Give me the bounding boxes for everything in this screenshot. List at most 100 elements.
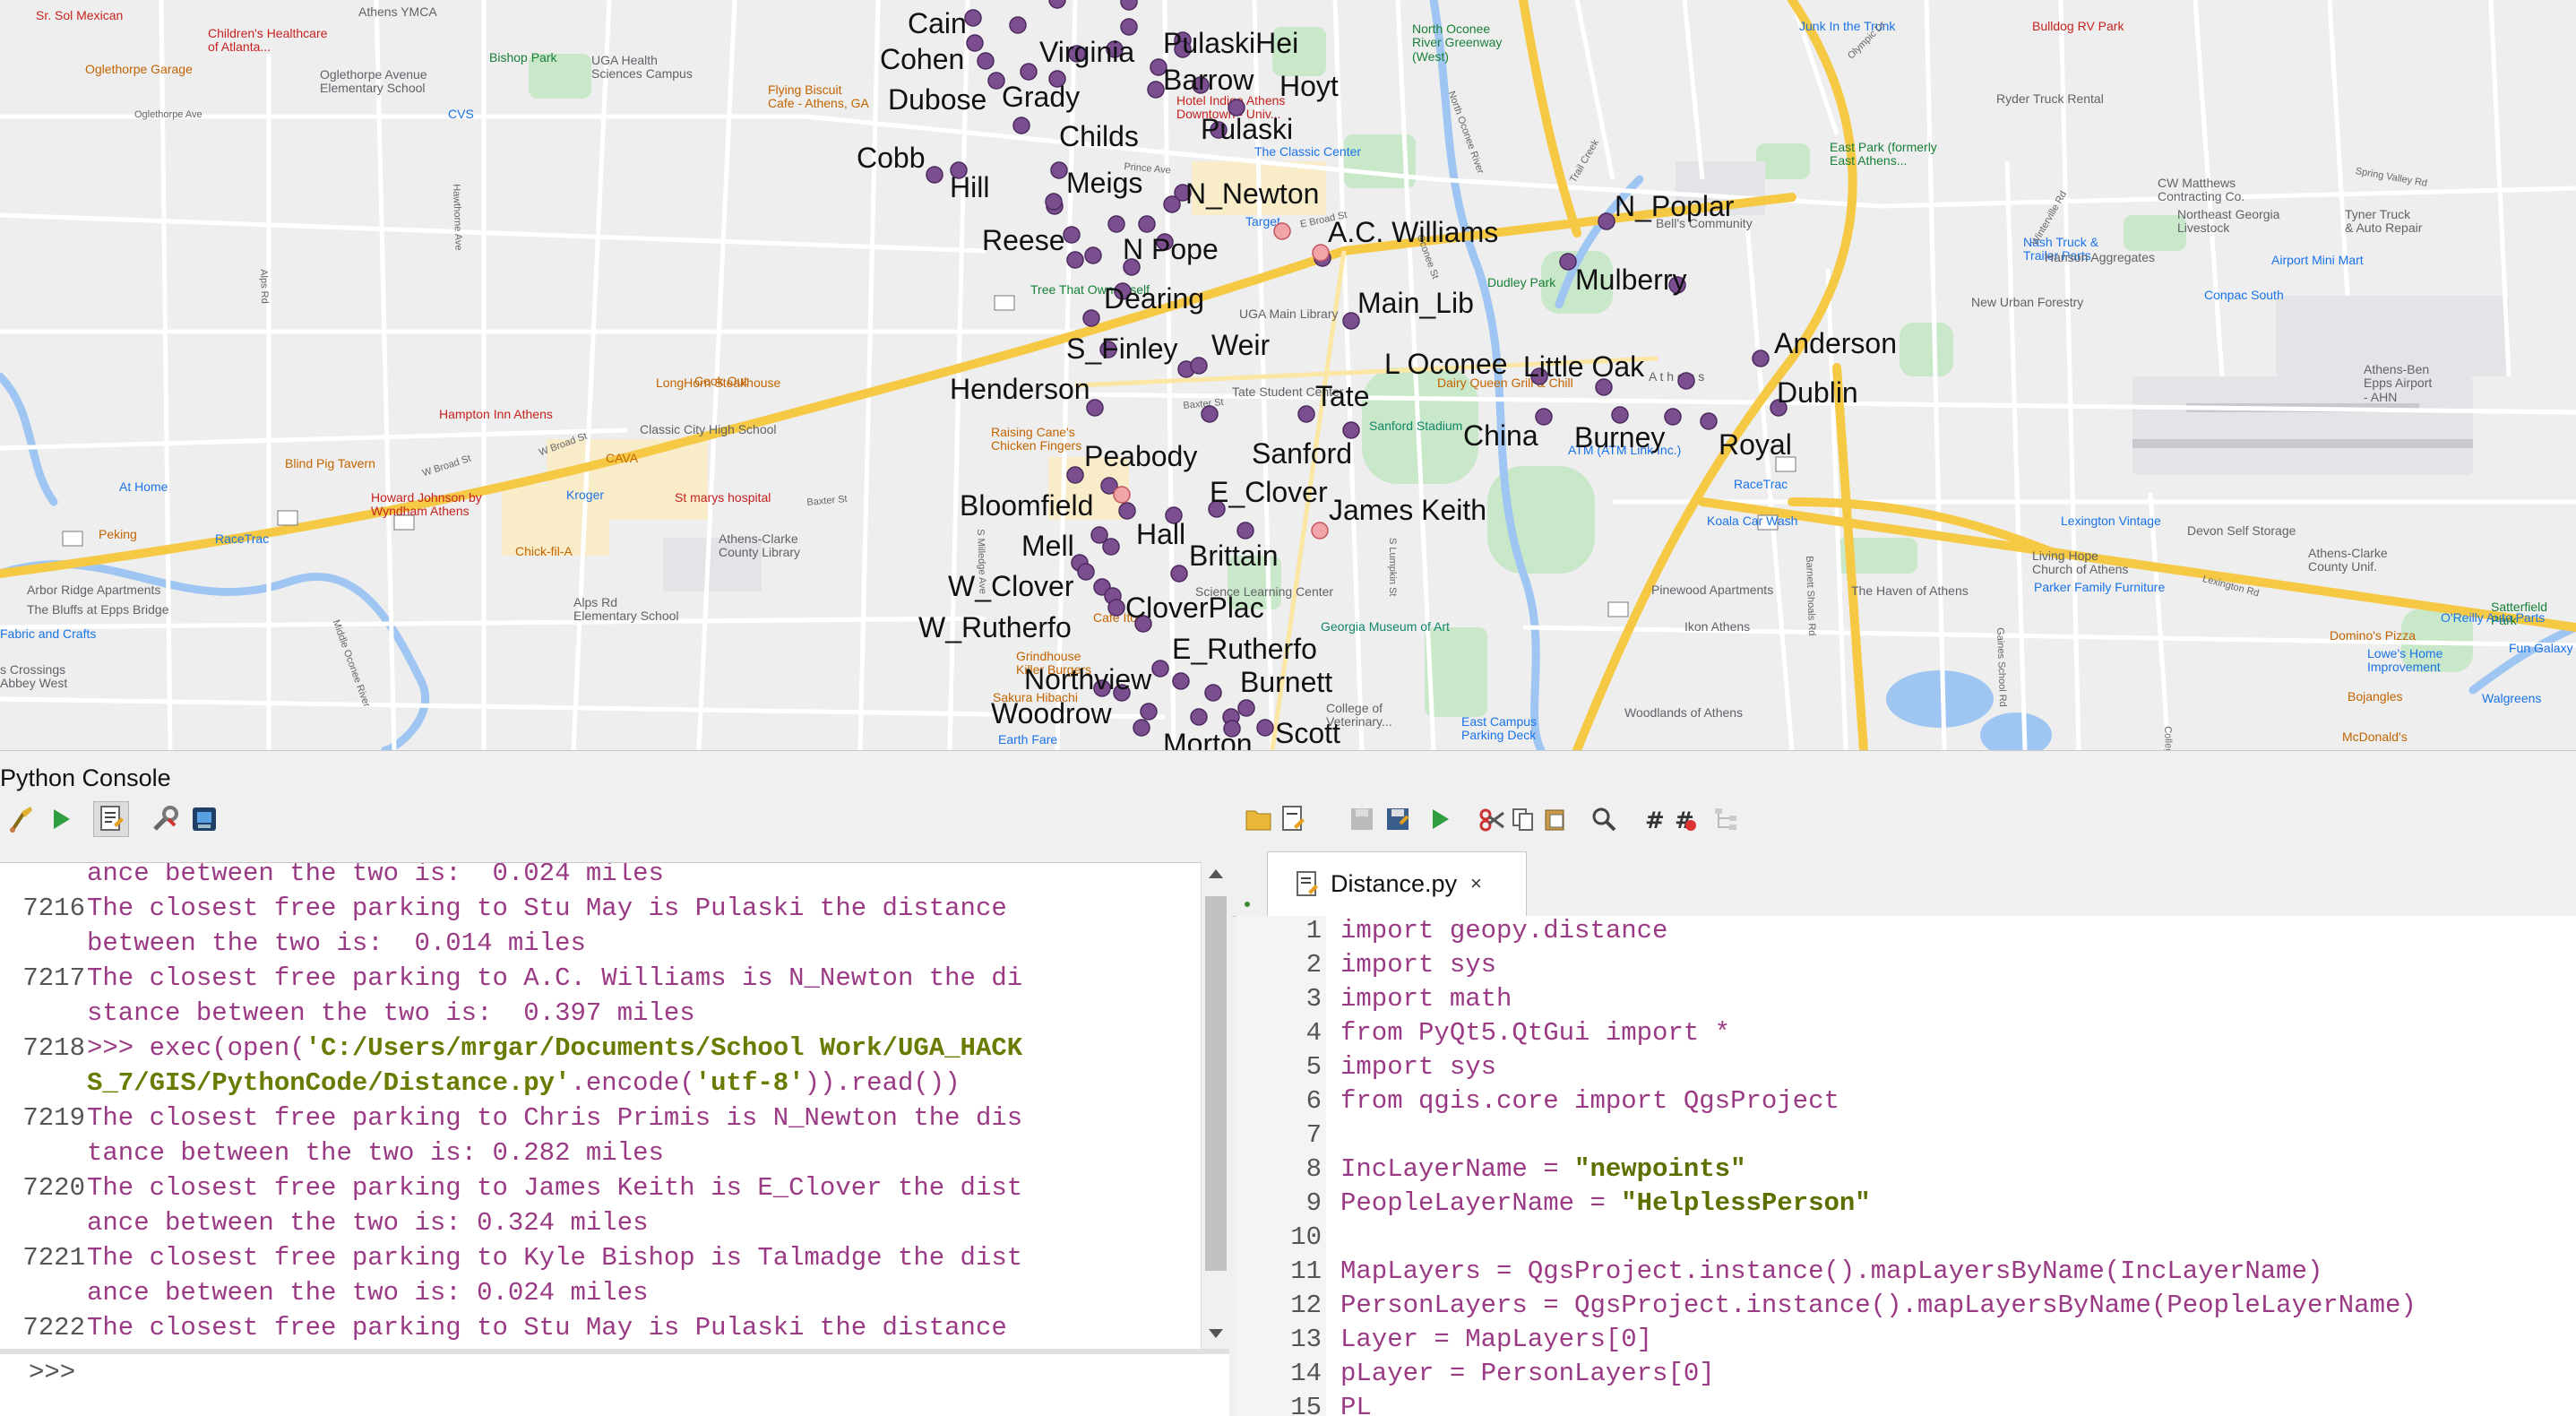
parking-point[interactable] bbox=[1107, 599, 1125, 617]
code-line: 4 from PyQt5.QtGui import * bbox=[1236, 1016, 2576, 1050]
parking-point[interactable] bbox=[1170, 565, 1188, 583]
show-editor-button[interactable] bbox=[93, 801, 129, 837]
copy-icon bbox=[1512, 808, 1533, 831]
parking-point[interactable] bbox=[1236, 522, 1254, 540]
parking-label-hoyt: Hoyt bbox=[1279, 70, 1339, 102]
parking-point[interactable] bbox=[1204, 684, 1222, 702]
console-line-text: The closest free parking to Stu May is P… bbox=[87, 1313, 1007, 1343]
parking-point[interactable] bbox=[1342, 421, 1360, 439]
person-point[interactable] bbox=[1273, 222, 1291, 240]
parking-point[interactable] bbox=[1048, 0, 1066, 9]
copy-button[interactable] bbox=[1505, 801, 1541, 837]
scroll-up-icon[interactable] bbox=[1209, 869, 1223, 878]
parking-point[interactable] bbox=[1009, 16, 1027, 34]
map-canvas[interactable]: Sr. Sol Mexican Children's Healthcare of A… bbox=[0, 0, 2576, 751]
console-line-number: 7218 bbox=[22, 1033, 85, 1063]
parking-point[interactable] bbox=[1120, 0, 1138, 11]
parking-point[interactable] bbox=[1120, 18, 1138, 36]
parking-point[interactable] bbox=[1559, 253, 1577, 271]
person-point[interactable] bbox=[1311, 522, 1329, 540]
open-in-external-editor-button[interactable] bbox=[1275, 801, 1311, 837]
comment-button[interactable]: # bbox=[1635, 801, 1671, 837]
close-tab-icon[interactable]: × bbox=[1470, 872, 1482, 895]
parking-point[interactable] bbox=[1201, 405, 1219, 423]
parking-point[interactable] bbox=[1102, 538, 1120, 556]
parking-point[interactable] bbox=[964, 9, 982, 27]
parking-label-w-rutherfo: W_Rutherfo bbox=[918, 611, 1072, 643]
code-text: import geopy.distance bbox=[1340, 916, 1668, 945]
parking-label-l-oconee: L Oconee bbox=[1384, 348, 1508, 380]
tab-distance-py[interactable]: Distance.py × bbox=[1267, 851, 1527, 916]
parking-point[interactable] bbox=[1107, 215, 1125, 233]
parking-point[interactable] bbox=[1752, 350, 1770, 367]
parking-point[interactable] bbox=[1020, 63, 1038, 81]
paste-button[interactable] bbox=[1537, 801, 1572, 837]
clear-console-button[interactable] bbox=[4, 801, 39, 837]
scrollbar-thumb[interactable] bbox=[1205, 896, 1227, 1271]
object-inspector-button[interactable] bbox=[1707, 801, 1743, 837]
parking-point[interactable] bbox=[1297, 405, 1315, 423]
tree-icon bbox=[1715, 808, 1736, 830]
parking-label-hall: Hall bbox=[1136, 518, 1186, 550]
uncomment-button[interactable]: # bbox=[1667, 801, 1702, 837]
console-output[interactable]: ance between the two is: 0.024 miles 7216… bbox=[0, 862, 1229, 1350]
parking-point[interactable] bbox=[1256, 719, 1274, 737]
parking-point[interactable] bbox=[977, 52, 995, 70]
code-text: import math bbox=[1340, 984, 1512, 1014]
parking-point[interactable] bbox=[1190, 357, 1208, 375]
parking-point[interactable] bbox=[1172, 672, 1190, 690]
cut-button[interactable] bbox=[1474, 801, 1510, 837]
parking-point[interactable] bbox=[1664, 408, 1682, 426]
line-number: 11 bbox=[1290, 1256, 1322, 1286]
run-icon bbox=[54, 809, 70, 829]
parking-point[interactable] bbox=[1140, 703, 1158, 721]
parking-point[interactable] bbox=[1012, 117, 1030, 134]
scroll-down-icon[interactable] bbox=[1209, 1329, 1223, 1338]
uncomment-icon: # bbox=[1675, 807, 1696, 833]
parking-point[interactable] bbox=[926, 166, 943, 184]
parking-point[interactable] bbox=[1045, 193, 1063, 211]
code-editor[interactable]: 1 import geopy.distance 2 import sys 3 import… bbox=[1236, 916, 2576, 1416]
find-button[interactable] bbox=[1586, 801, 1622, 837]
parking-point[interactable] bbox=[1237, 699, 1255, 717]
save-as-button[interactable] bbox=[1380, 801, 1416, 837]
open-script-button[interactable] bbox=[1241, 801, 1277, 837]
parking-point[interactable] bbox=[1138, 215, 1156, 233]
parking-label-burnett: Burnett bbox=[1240, 666, 1333, 698]
parking-point[interactable] bbox=[1084, 246, 1102, 264]
parking-point[interactable] bbox=[1077, 563, 1095, 581]
svg-text:#: # bbox=[1645, 807, 1665, 833]
parking-point[interactable] bbox=[1677, 372, 1695, 390]
parking-point[interactable] bbox=[1082, 309, 1100, 327]
console-input[interactable]: >>> bbox=[0, 1354, 1229, 1416]
parking-point[interactable] bbox=[1066, 251, 1084, 269]
parking-point[interactable] bbox=[966, 34, 984, 52]
console-line-text: The closest free parking to A.C. William… bbox=[87, 963, 1023, 993]
parking-point[interactable] bbox=[1190, 708, 1208, 726]
parking-point[interactable] bbox=[1063, 226, 1081, 244]
code-line: 9 PeopleLayerName = "HelplessPerson" bbox=[1236, 1187, 2576, 1221]
person-point[interactable] bbox=[1312, 244, 1330, 262]
parking-point[interactable] bbox=[1066, 466, 1084, 484]
parking-point[interactable] bbox=[1700, 412, 1718, 430]
splitter-handle-icon[interactable] bbox=[1244, 896, 1251, 907]
parking-label-cohen: Cohen bbox=[880, 43, 965, 75]
parking-point[interactable] bbox=[1598, 212, 1615, 230]
parking-point[interactable] bbox=[1133, 719, 1150, 737]
parking-point[interactable] bbox=[1118, 502, 1136, 520]
console-scrollbar[interactable] bbox=[1201, 862, 1230, 1349]
run-script-button[interactable] bbox=[1422, 801, 1458, 837]
save-icon bbox=[1351, 808, 1373, 830]
save-button[interactable] bbox=[1344, 801, 1380, 837]
person-point[interactable] bbox=[1113, 486, 1131, 504]
help-button[interactable] bbox=[186, 801, 222, 837]
parking-point[interactable] bbox=[1050, 161, 1068, 179]
code-text: import sys bbox=[1340, 1052, 1497, 1082]
line-number: 5 bbox=[1305, 1052, 1322, 1082]
parking-label-hill: Hill bbox=[950, 171, 990, 203]
run-command-button[interactable] bbox=[43, 801, 79, 837]
parking-point[interactable] bbox=[1151, 660, 1169, 678]
console-line-number: 7221 bbox=[22, 1243, 85, 1273]
options-button[interactable] bbox=[147, 801, 183, 837]
parking-point[interactable] bbox=[1147, 81, 1165, 99]
